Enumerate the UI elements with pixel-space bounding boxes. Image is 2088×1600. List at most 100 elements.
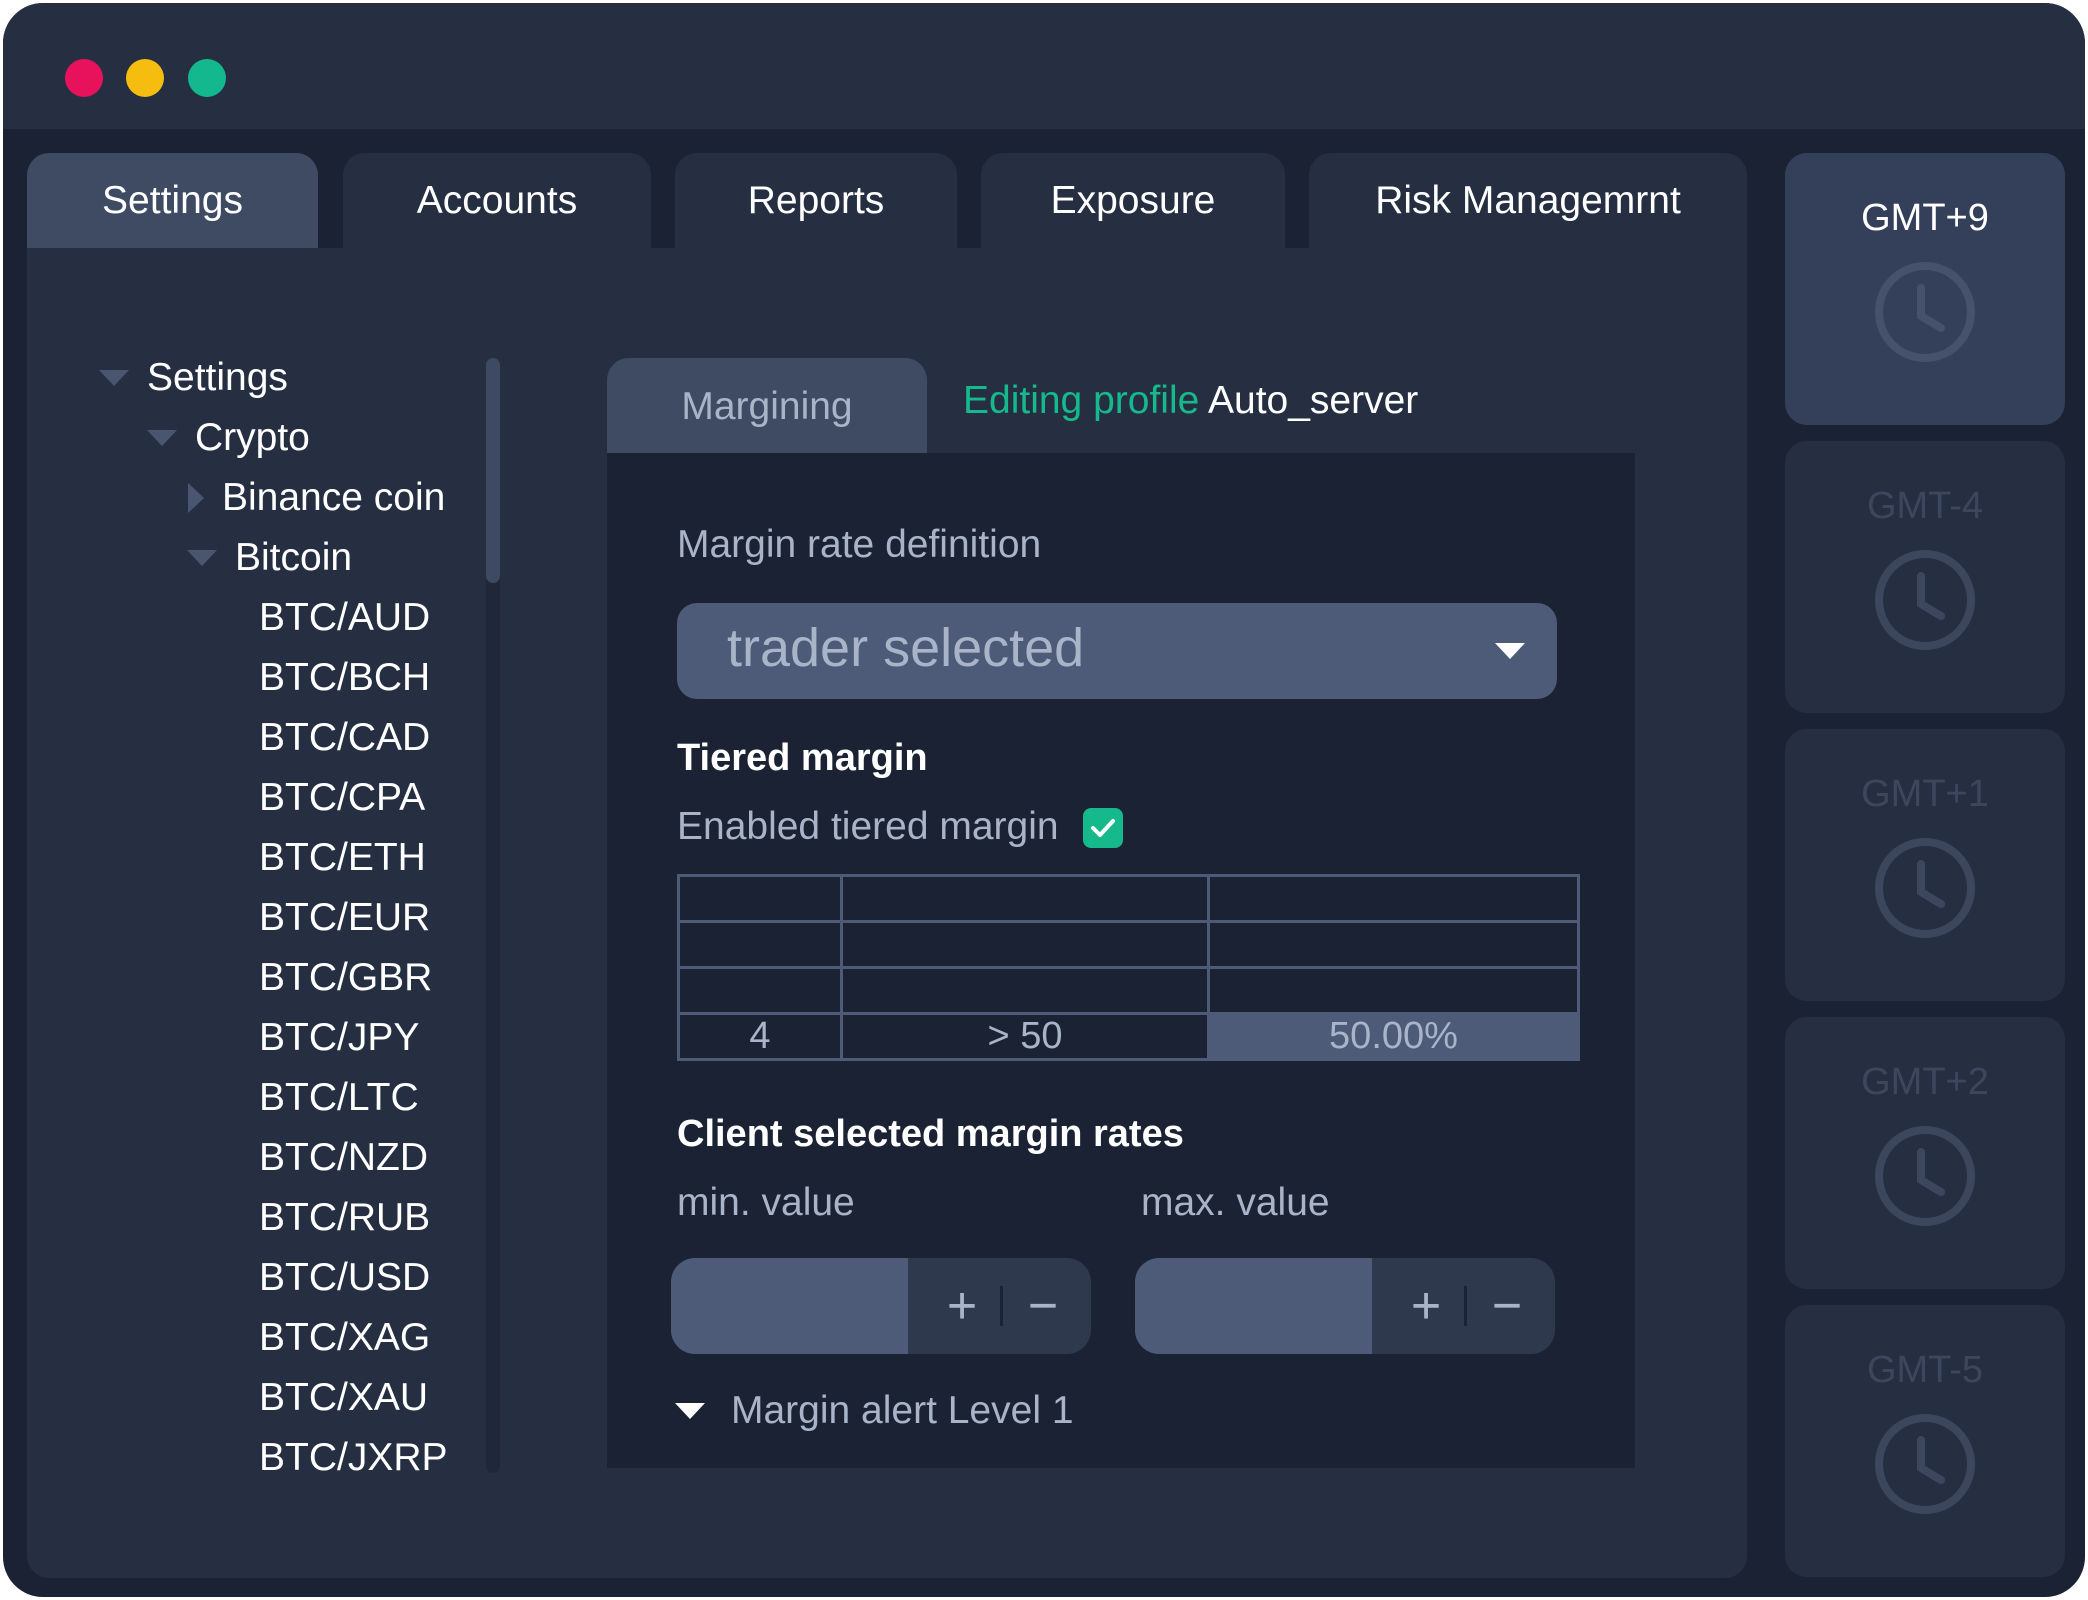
timezone-label: GMT-5 [1866, 1349, 1984, 1391]
timezone-card[interactable]: GMT-5 [1785, 1305, 2065, 1577]
table-cell[interactable] [840, 874, 1210, 923]
chevron-down-icon[interactable] [187, 550, 217, 566]
pair-label: BTC/JXRP [259, 1436, 448, 1479]
tree-label: Settings [147, 356, 288, 399]
app-window: Settings Accounts Reports Exposure Risk … [3, 3, 2085, 1597]
tab-label: Reports [747, 178, 885, 222]
select-value: trader selected [727, 618, 1085, 678]
table-cell[interactable] [677, 966, 843, 1015]
tree-label: Binance coin [222, 476, 446, 519]
max-value-input[interactable] [1135, 1258, 1372, 1354]
chevron-down-icon[interactable] [147, 430, 177, 446]
tab-exposure[interactable]: Exposure [981, 153, 1285, 248]
tab-label: Accounts [416, 178, 578, 222]
plus-icon[interactable]: + [926, 1258, 998, 1354]
client-rates-heading: Client selected margin rates [677, 1113, 1184, 1155]
chevron-down-icon[interactable] [675, 1403, 705, 1419]
minus-icon[interactable]: − [1007, 1258, 1079, 1354]
maximize-dot[interactable] [188, 59, 226, 97]
pair-label: BTC/GBR [259, 956, 433, 999]
chevron-right-icon[interactable] [188, 483, 204, 513]
tree-item-crypto[interactable]: Crypto [147, 413, 310, 463]
chevron-down-icon[interactable] [99, 370, 129, 386]
tree-item-pair[interactable]: BTC/XAG [259, 1313, 430, 1363]
margin-alert-toggle[interactable]: Margin alert Level 1 [675, 1389, 1074, 1433]
table-cell[interactable] [840, 966, 1210, 1015]
max-value-stepper[interactable]: + − [1135, 1258, 1555, 1354]
clock-icon [1875, 1126, 1975, 1226]
tree-item-pair[interactable]: BTC/ETH [259, 833, 426, 883]
tier-table: 4 > 50 50.00% [677, 874, 1580, 1061]
tree-scrollbar-thumb[interactable] [486, 358, 500, 583]
clock-icon [1875, 550, 1975, 650]
tree-item-pair[interactable]: BTC/JPY [259, 1013, 419, 1063]
pair-label: BTC/JPY [259, 1016, 420, 1059]
pair-label: BTC/NZD [259, 1136, 428, 1179]
table-cell-selected[interactable]: 50.00% [1207, 1012, 1580, 1061]
tree-item-pair[interactable]: BTC/AUD [259, 593, 430, 643]
table-row [677, 874, 1580, 923]
tree-item-pair[interactable]: BTC/JXRP [259, 1433, 448, 1483]
tab-settings[interactable]: Settings [27, 153, 318, 248]
table-cell[interactable]: > 50 [840, 1012, 1210, 1061]
timezone-card[interactable]: GMT+1 [1785, 729, 2065, 1001]
tab-accounts[interactable]: Accounts [343, 153, 651, 248]
minus-icon[interactable]: − [1471, 1258, 1543, 1354]
tree-item-pair[interactable]: BTC/USD [259, 1253, 430, 1303]
tree-item-settings[interactable]: Settings [99, 353, 288, 403]
plus-icon[interactable]: + [1390, 1258, 1462, 1354]
pair-label: BTC/ETH [259, 836, 426, 879]
min-value-stepper[interactable]: + − [671, 1258, 1091, 1354]
close-dot[interactable] [65, 59, 103, 97]
pair-label: BTC/EUR [259, 896, 431, 939]
margin-rate-select[interactable]: trader selected [677, 603, 1557, 699]
stepper-divider [1000, 1286, 1003, 1326]
pair-label: BTC/XAU [259, 1376, 429, 1419]
tab-reports[interactable]: Reports [675, 153, 957, 248]
table-cell[interactable] [677, 920, 843, 969]
tree-item-pair[interactable]: BTC/CPA [259, 773, 425, 823]
table-cell[interactable] [677, 874, 843, 923]
tree-item-pair[interactable]: BTC/LTC [259, 1073, 419, 1123]
subtab-margining[interactable]: Margining [607, 358, 927, 455]
timezone-card[interactable]: GMT+2 [1785, 1017, 2065, 1289]
tree-item-pair[interactable]: BTC/BCH [259, 653, 430, 703]
profile-name: Auto_server [1208, 379, 1419, 422]
stepper-divider [1464, 1286, 1467, 1326]
tab-risk-management[interactable]: Risk Managemrnt [1309, 153, 1747, 248]
table-cell[interactable] [1207, 966, 1580, 1015]
editing-prefix: Editing profile [963, 379, 1200, 422]
table-row [677, 966, 1580, 1015]
tree-item-binance-coin[interactable]: Binance coin [188, 473, 445, 523]
check-icon [1091, 819, 1115, 837]
table-cell[interactable]: 4 [677, 1012, 843, 1061]
clock-icon [1875, 1414, 1975, 1514]
timezone-card[interactable]: GMT+9 [1785, 153, 2065, 425]
minimize-dot[interactable] [126, 59, 164, 97]
tree-item-pair[interactable]: BTC/NZD [259, 1133, 428, 1183]
table-row [677, 920, 1580, 969]
table-cell[interactable] [1207, 874, 1580, 923]
table-row: 4 > 50 50.00% [677, 1012, 1580, 1061]
subtab-label: Margining [681, 384, 853, 428]
main-panel: Settings Accounts Reports Exposure Risk … [27, 153, 1747, 1578]
tiered-margin-checkbox[interactable] [1083, 808, 1123, 848]
tree-item-bitcoin[interactable]: Bitcoin [187, 533, 352, 583]
table-cell[interactable] [1207, 920, 1580, 969]
tree-item-pair[interactable]: BTC/RUB [259, 1193, 430, 1243]
timezone-card[interactable]: GMT-4 [1785, 441, 2065, 713]
tree-item-pair[interactable]: BTC/XAU [259, 1373, 428, 1423]
tree-item-pair[interactable]: BTC/EUR [259, 893, 430, 943]
clock-icon [1875, 838, 1975, 938]
pair-label: BTC/USD [259, 1256, 431, 1299]
tree-label: Bitcoin [235, 536, 353, 579]
tree-item-pair[interactable]: BTC/CAD [259, 713, 430, 763]
max-value-label: max. value [1141, 1181, 1330, 1224]
min-value-input[interactable] [671, 1258, 908, 1354]
tree-item-pair[interactable]: BTC/GBR [259, 953, 432, 1003]
chevron-down-icon[interactable] [1495, 643, 1525, 659]
pair-label: BTC/CPA [259, 776, 426, 819]
pair-label: BTC/AUD [259, 596, 431, 639]
timezone-label: GMT+1 [1861, 773, 1989, 815]
table-cell[interactable] [840, 920, 1210, 969]
